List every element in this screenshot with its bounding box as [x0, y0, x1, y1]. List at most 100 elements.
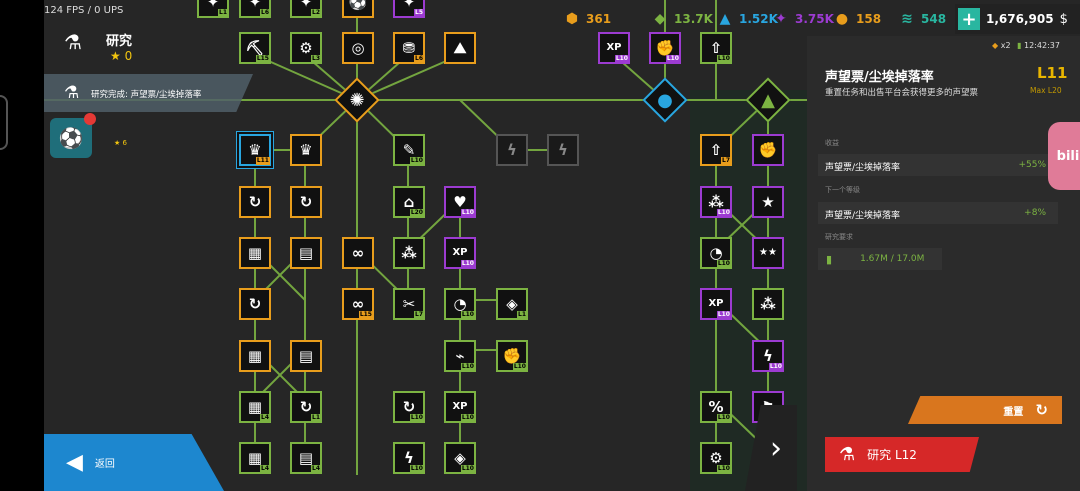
research-node-level: L4 — [260, 414, 270, 422]
resource-item: ≋ 548 — [898, 4, 946, 34]
research-node-level: L15 — [255, 55, 270, 63]
resource-item: ▲ 1.52K — [716, 4, 778, 34]
research-node[interactable]: ▦ — [239, 237, 271, 269]
research-node[interactable]: ∞ L15 — [342, 288, 374, 320]
research-node[interactable]: ⇧ L7 — [700, 134, 732, 166]
research-node[interactable]: ϟ — [496, 134, 528, 166]
badge-stars-value: 6 — [122, 139, 127, 147]
research-node[interactable]: ✊ L10 — [649, 32, 681, 64]
research-node[interactable]: ⛰ — [444, 32, 476, 64]
research-node[interactable]: ⚙ L3 — [290, 32, 322, 64]
research-node-level: L11 — [255, 157, 270, 165]
research-node-icon: ♛ — [248, 140, 262, 159]
resource-value: 548 — [921, 12, 947, 26]
research-node-level: L10 — [716, 260, 731, 268]
research-node[interactable]: ★★ — [752, 237, 784, 269]
research-node[interactable]: ✦ L2 — [290, 0, 322, 18]
research-node[interactable]: ✂ L7 — [393, 288, 425, 320]
research-node-icon: XP — [708, 298, 724, 309]
research-node[interactable]: ✦ L6 — [239, 0, 271, 18]
research-node-icon: ∞ — [351, 243, 365, 262]
research-node[interactable]: ⁂ — [393, 237, 425, 269]
research-node[interactable]: ▦ L4 — [239, 442, 271, 474]
reset-button[interactable]: 重置 ↻ — [908, 396, 1062, 424]
research-node[interactable]: ◔ L10 — [700, 237, 732, 269]
research-title: 声望票/尘埃掉落率 — [825, 70, 934, 85]
research-button[interactable]: ⚗ 研究 L12 — [825, 437, 979, 472]
research-node[interactable]: ◈ L1 — [496, 288, 528, 320]
research-node[interactable]: ♛ L11 — [239, 134, 271, 166]
page-title: 研究 — [106, 34, 133, 49]
research-node[interactable]: ⁂ — [752, 288, 784, 320]
research-node[interactable]: ↻ L1 — [290, 391, 322, 423]
research-node[interactable]: ↻ — [239, 186, 271, 218]
research-node-level: L10 — [716, 55, 731, 63]
research-node[interactable]: ▤ — [290, 340, 322, 372]
research-node[interactable]: ◔ L10 — [444, 288, 476, 320]
research-node[interactable]: ▦ — [239, 340, 271, 372]
research-node-icon: ↻ — [402, 397, 416, 416]
research-node-icon: ⚽ — [348, 0, 368, 11]
research-node[interactable]: ⁂ L10 — [700, 186, 732, 218]
research-node[interactable]: ⛃ L6 — [393, 32, 425, 64]
research-node[interactable]: ✊ — [752, 134, 784, 166]
research-node[interactable]: ↻ — [290, 186, 322, 218]
research-node[interactable]: ◎ — [342, 32, 374, 64]
research-node[interactable]: XP L10 — [444, 237, 476, 269]
research-node[interactable]: ⌁ L10 — [444, 340, 476, 372]
research-node-icon: ⌁ — [455, 346, 465, 365]
research-node-icon: ♛ — [299, 140, 313, 159]
research-node[interactable]: ⌂ L20 — [393, 186, 425, 218]
research-node-icon: ✊ — [502, 346, 522, 365]
research-node[interactable]: ◈ L10 — [444, 442, 476, 474]
research-node[interactable]: ♛ — [290, 134, 322, 166]
research-node-level: L10 — [460, 209, 475, 217]
next-row-label: 声望票/尘埃掉落率 — [825, 211, 901, 221]
research-node-level: L20 — [409, 209, 424, 217]
add-cash-button[interactable]: + — [958, 8, 980, 30]
research-node[interactable]: ★ — [752, 186, 784, 218]
edge-handle — [0, 95, 8, 150]
star-count-value: 0 — [124, 49, 133, 63]
research-node-icon: ▤ — [298, 448, 314, 467]
research-node-icon: ⁂ — [708, 192, 724, 211]
back-arrow-icon: ◀ — [66, 450, 83, 475]
research-node[interactable]: XP L10 — [444, 391, 476, 423]
research-node-level: L15 — [358, 311, 373, 319]
left-bezel — [0, 0, 44, 491]
resource-item: ✦ 3.75K — [772, 4, 834, 34]
research-node[interactable]: ✦ L5 — [393, 0, 425, 18]
research-node[interactable]: XP L10 — [598, 32, 630, 64]
research-node[interactable]: ϟ L10 — [752, 340, 784, 372]
research-node-level: L10 — [460, 465, 475, 473]
research-node[interactable]: ⚽ — [342, 0, 374, 18]
research-node-level: L10 — [716, 414, 731, 422]
research-node-icon: ↻ — [299, 397, 313, 416]
income-row: 声望票/尘埃掉落率 +55% — [818, 154, 1058, 176]
research-node[interactable]: ♥ L10 — [444, 186, 476, 218]
research-node-level: L7 — [414, 311, 424, 319]
star-count: ★ 0 — [110, 49, 133, 63]
flask-icon: ⚗ — [64, 30, 82, 54]
research-node-icon: ϟ — [558, 140, 568, 159]
research-node[interactable]: ϟ — [547, 134, 579, 166]
research-node[interactable]: ✊ L10 — [496, 340, 528, 372]
research-node-icon: ▦ — [247, 448, 263, 467]
research-node[interactable]: % L10 — [700, 391, 732, 423]
research-node[interactable]: ▦ L4 — [239, 391, 271, 423]
research-node[interactable]: ✎ L10 — [393, 134, 425, 166]
bilibili-float-icon[interactable]: bili — [1048, 122, 1080, 190]
research-node[interactable]: ▤ L4 — [290, 442, 322, 474]
research-node-level: L4 — [260, 465, 270, 473]
research-node[interactable]: ⚙ L10 — [700, 442, 732, 474]
research-node[interactable]: ⛏ L15 — [239, 32, 271, 64]
research-node[interactable]: ↻ L10 — [393, 391, 425, 423]
research-node[interactable]: ∞ — [342, 237, 374, 269]
research-node[interactable]: XP L10 — [700, 288, 732, 320]
research-node[interactable]: ⇧ L10 — [700, 32, 732, 64]
research-node[interactable]: ✦ L1 — [197, 0, 229, 18]
research-node[interactable]: ▤ — [290, 237, 322, 269]
research-node[interactable]: ↻ — [239, 288, 271, 320]
research-node-icon: ◈ — [506, 294, 518, 313]
research-node[interactable]: ϟ L10 — [393, 442, 425, 474]
